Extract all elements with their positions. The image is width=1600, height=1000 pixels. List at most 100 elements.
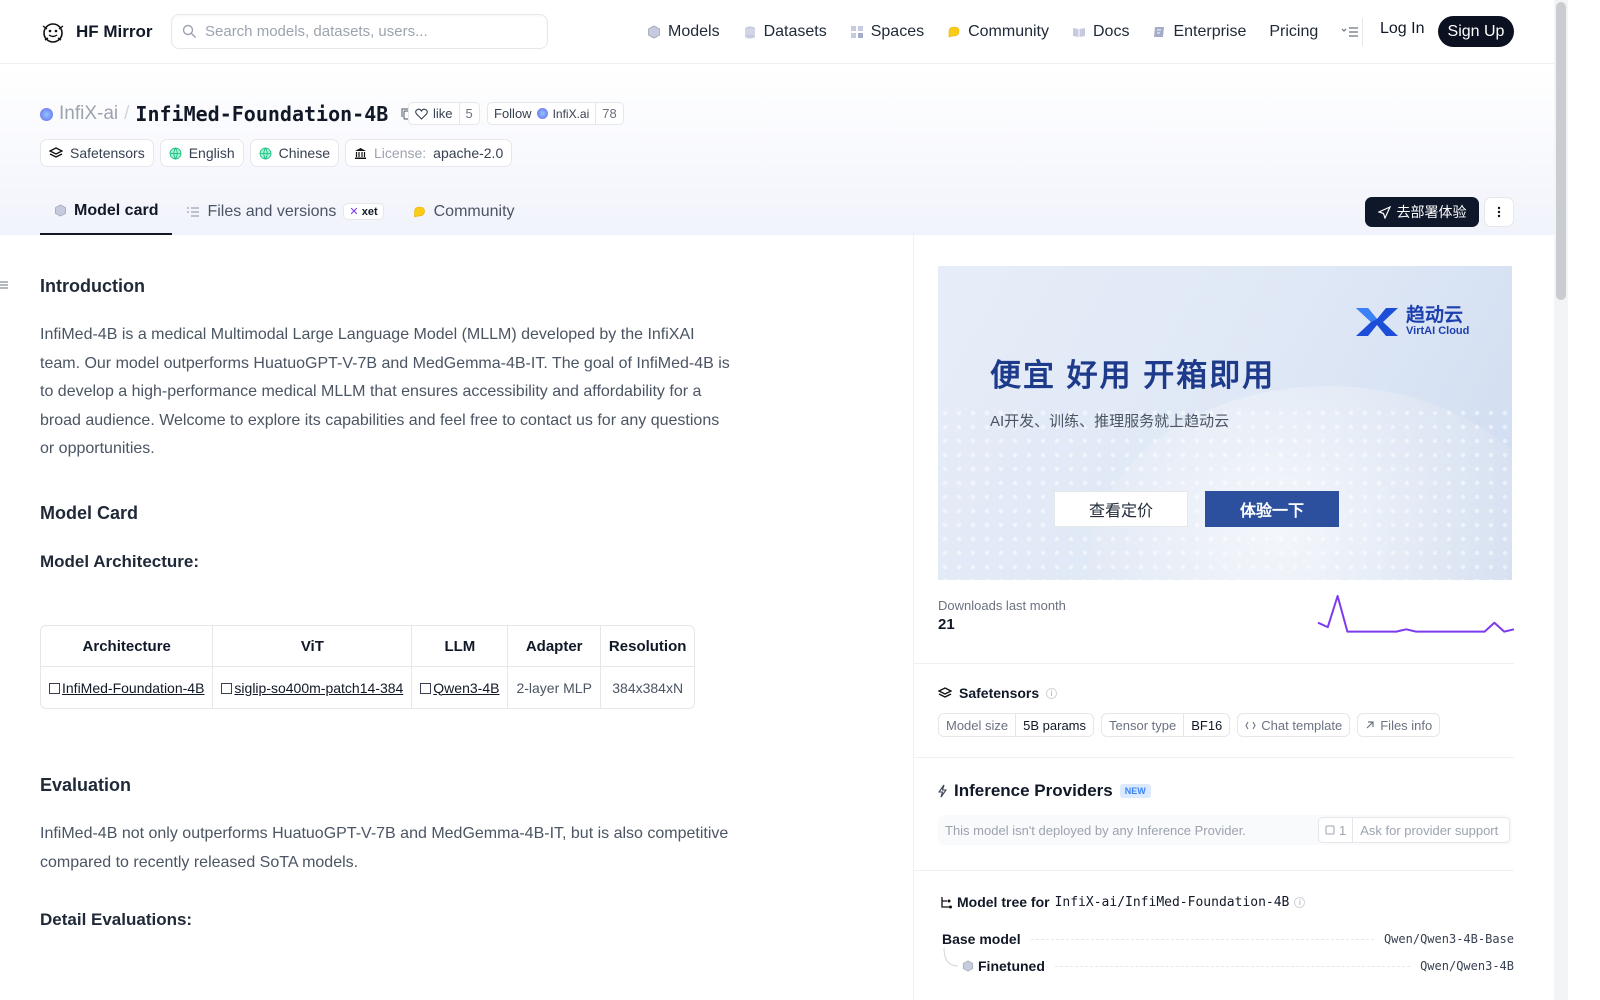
nav-divider xyxy=(1362,18,1363,46)
follow-button[interactable]: Follow InfiX.ai 78 xyxy=(487,102,624,125)
scrollbar-thumb[interactable] xyxy=(1556,2,1566,300)
like-button[interactable]: like 5 xyxy=(408,102,480,125)
nav-models[interactable]: Models xyxy=(647,23,720,41)
table-header: ViT xyxy=(213,626,413,667)
follow-org: InfiX.ai xyxy=(552,106,590,121)
license-label: License: xyxy=(374,145,427,161)
tab-model-card[interactable]: Model card xyxy=(40,188,173,235)
community-icon xyxy=(413,206,425,217)
table-cell-link[interactable]: Qwen3-4B xyxy=(412,667,509,708)
ask-count-cell: 1 xyxy=(1319,818,1354,842)
architecture-table: Architecture ViT LLM Adapter Resolution … xyxy=(40,625,696,709)
globe-icon xyxy=(169,147,182,160)
tab-community[interactable]: Community xyxy=(398,188,529,235)
tensor-type-key: Tensor type xyxy=(1102,714,1185,736)
base-model-link[interactable]: Qwen/Qwen3-4B-Base xyxy=(1384,932,1514,946)
hf-mirror-logo-icon xyxy=(42,22,64,43)
site-logo[interactable]: HF Mirror xyxy=(40,20,153,44)
nav-datasets-label: Datasets xyxy=(763,23,827,40)
model-name[interactable]: InfiMed-Foundation-4B xyxy=(135,102,388,126)
banner-pricing-button[interactable]: 查看定价 xyxy=(1054,491,1188,527)
banner-brand-sub: VirtAI Cloud xyxy=(1406,325,1470,337)
info-icon[interactable]: i xyxy=(1294,896,1306,908)
book-icon xyxy=(1073,28,1085,37)
tab-community-label: Community xyxy=(433,202,515,220)
toc-toggle-icon[interactable] xyxy=(0,278,10,292)
tag-english-label: English xyxy=(188,145,235,161)
files-info-button[interactable]: Files info xyxy=(1357,713,1441,737)
info-icon[interactable]: i xyxy=(1046,687,1058,699)
deploy-button[interactable]: 去部署体验 xyxy=(1365,197,1479,227)
inference-status-text: This model isn't deployed by any Inferen… xyxy=(945,822,1246,838)
nav-pricing[interactable]: Pricing xyxy=(1269,23,1318,41)
banner-try-button[interactable]: 体验一下 xyxy=(1205,491,1339,527)
sparkline-path xyxy=(1317,595,1515,633)
section-divider xyxy=(914,757,1514,758)
repo-title: InfiX-ai / InfiMed-Foundation-4B xyxy=(40,100,414,128)
nav-links: Models Datasets Spaces Community Docs En… xyxy=(647,0,1382,64)
cube-icon xyxy=(962,960,974,972)
layers-icon xyxy=(49,147,63,158)
more-options-button[interactable] xyxy=(1484,197,1514,227)
heading-introduction: Introduction xyxy=(40,276,145,296)
nav-enterprise[interactable]: Enterprise xyxy=(1152,23,1246,41)
banner-headline: 便宜 好用 开箱即用 xyxy=(990,358,1276,393)
tag-safetensors[interactable]: Safetensors xyxy=(40,139,154,167)
ad-banner[interactable]: 趋动云 VirtAI Cloud 便宜 好用 开箱即用 AI开发、训练、推理服务… xyxy=(938,266,1512,580)
table-header: Adapter xyxy=(508,626,601,667)
nav-enterprise-label: Enterprise xyxy=(1173,23,1247,40)
signup-button[interactable]: Sign Up xyxy=(1438,16,1514,47)
finetuned-link[interactable]: Qwen/Qwen3-4B xyxy=(1420,959,1514,973)
section-divider xyxy=(914,663,1514,664)
search-input[interactable]: Search models, datasets, users... xyxy=(171,14,548,49)
table-cell-link[interactable]: siglip-so400m-patch14-384 xyxy=(213,667,413,708)
inference-title: Inference Providers xyxy=(954,781,1113,800)
model-tree-repo: InfiX-ai/InfiMed-Foundation-4B xyxy=(1054,894,1290,910)
model-tree-label: Model tree for xyxy=(957,894,1050,910)
tag-safetensors-label: Safetensors xyxy=(70,145,145,161)
tab-files[interactable]: Files and versions ✕ xet xyxy=(172,188,397,235)
model-tabs: Model card Files and versions ✕ xet Comm… xyxy=(40,188,529,235)
follow-count: 78 xyxy=(595,103,622,124)
license-value: apache-2.0 xyxy=(433,145,504,161)
nav-spaces[interactable]: Spaces xyxy=(850,23,924,41)
thumb-icon xyxy=(1325,825,1335,835)
table-header: Architecture xyxy=(41,626,214,667)
sidebar-divider xyxy=(913,235,914,1000)
tab-model-card-label: Model card xyxy=(74,201,159,219)
nav-pricing-label: Pricing xyxy=(1269,23,1319,40)
login-link[interactable]: Log In xyxy=(1380,20,1424,38)
ask-count: 1 xyxy=(1339,822,1347,838)
deploy-label: 去部署体验 xyxy=(1396,204,1467,220)
table-cell-link[interactable]: InfiMed-Foundation-4B xyxy=(41,667,214,708)
layers-icon xyxy=(938,687,952,698)
downloads-count: 21 xyxy=(938,616,955,633)
send-icon xyxy=(1377,205,1391,219)
tag-english[interactable]: English xyxy=(159,139,244,167)
tag-license[interactable]: License: apache-2.0 xyxy=(345,139,513,167)
tree-row-finetuned: Finetuned Qwen/Qwen3-4B xyxy=(962,958,1514,974)
nav-more-menu[interactable] xyxy=(1341,26,1359,38)
downloads-label: Downloads last month xyxy=(938,598,1066,613)
like-label: like xyxy=(433,106,453,121)
nav-datasets[interactable]: Datasets xyxy=(743,23,827,41)
evaluation-paragraph: InfiMed-4B not only outperforms HuatuoGP… xyxy=(40,825,729,871)
nav-community[interactable]: Community xyxy=(947,23,1049,41)
cube-icon xyxy=(648,25,660,39)
ask-provider-support-button[interactable]: 1 Ask for provider support xyxy=(1318,817,1510,843)
finetuned-label: Finetuned xyxy=(978,958,1045,974)
enterprise-icon xyxy=(1154,27,1165,37)
table-cell: 384x384xN xyxy=(612,679,684,696)
tab-files-label: Files and versions xyxy=(207,202,337,220)
tag-chinese[interactable]: Chinese xyxy=(249,139,340,167)
nav-docs[interactable]: Docs xyxy=(1072,23,1129,41)
ask-label: Ask for provider support xyxy=(1360,822,1499,838)
org-link[interactable]: InfiX-ai xyxy=(59,103,118,125)
tensor-type-pill: Tensor type BF16 xyxy=(1101,713,1231,737)
chat-template-button[interactable]: Chat template xyxy=(1237,713,1351,737)
chat-template-label: Chat template xyxy=(1261,717,1343,733)
files-info-label: Files info xyxy=(1380,717,1433,733)
xet-badge: ✕ xet xyxy=(343,203,384,220)
tree-dash xyxy=(1030,938,1374,940)
section-divider xyxy=(914,870,1514,871)
